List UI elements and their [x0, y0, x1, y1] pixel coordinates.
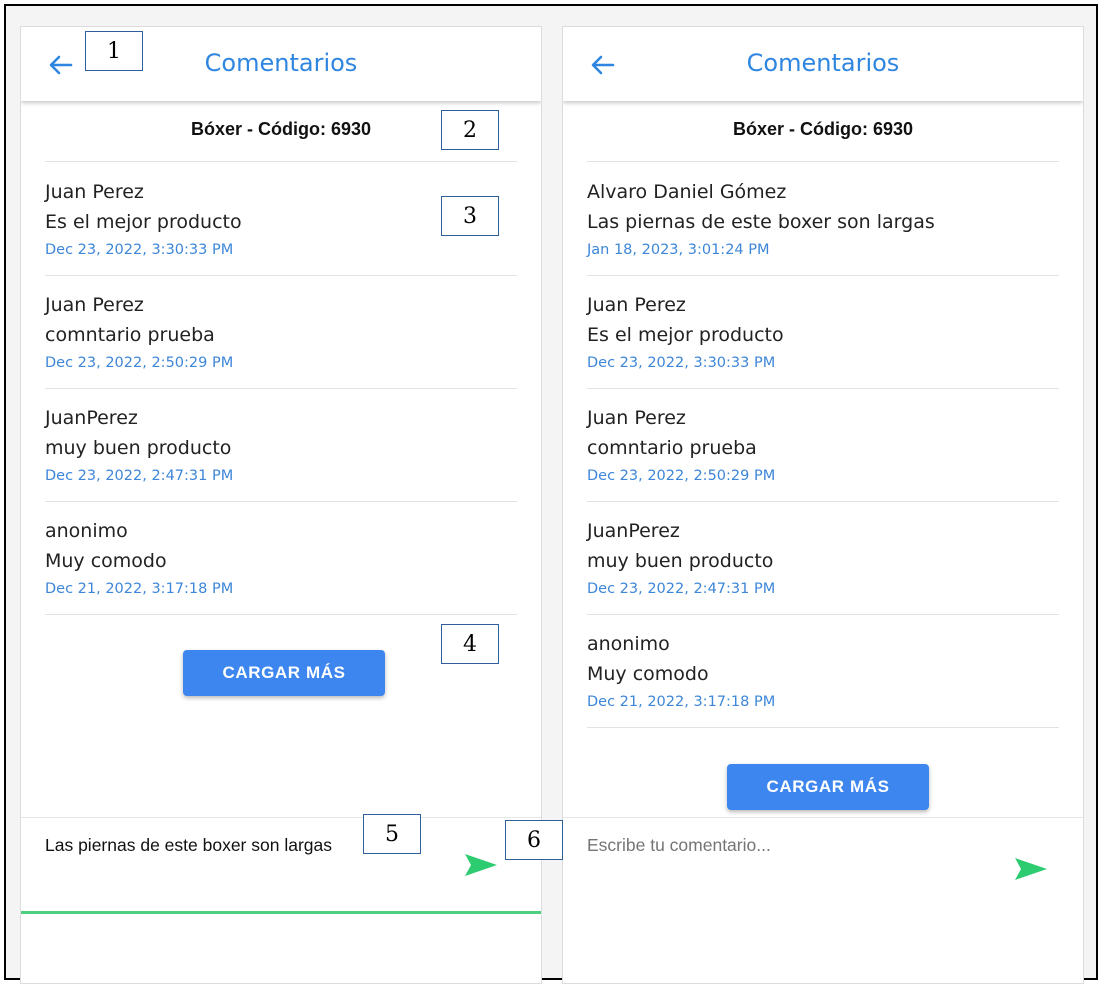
send-icon [1015, 858, 1047, 880]
page-title: Comentarios [746, 49, 900, 77]
comment-user: Juan Perez [587, 407, 686, 429]
send-icon [465, 854, 497, 876]
comment-user: Alvaro Daniel Gómez [587, 181, 787, 203]
product-title: Bóxer - Código: 6930 [732, 119, 914, 139]
send-button[interactable] [1011, 852, 1051, 886]
load-more-button[interactable]: CARGAR MÁS [183, 650, 385, 696]
comment-text: muy buen producto [45, 437, 232, 459]
comment-input[interactable] [587, 830, 917, 900]
send-button[interactable] [461, 848, 501, 882]
comment-date: Dec 21, 2022, 3:17:18 PM [587, 694, 776, 710]
callout-6: 6 [505, 820, 563, 860]
comment-user: anonimo [587, 633, 670, 655]
comment-item: Juan Perez comntario prueba Dec 23, 2022… [45, 276, 517, 389]
comment-item: JuanPerez muy buen producto Dec 23, 2022… [587, 502, 1059, 615]
comment-input[interactable]: Las piernas de este boxer son largas [45, 830, 375, 900]
load-more-button[interactable]: CARGAR MÁS [727, 764, 929, 810]
comment-date: Dec 23, 2022, 3:30:33 PM [45, 242, 234, 258]
comments-screen-right: Comentarios Bóxer - Código: 6930 Alvaro … [562, 26, 1084, 984]
comment-input-bar [563, 817, 1083, 914]
comment-user: JuanPerez [45, 407, 138, 429]
callout-4: 4 [441, 624, 499, 664]
comment-item: anonimo Muy comodo Dec 21, 2022, 3:17:18… [587, 615, 1059, 728]
comment-user: Juan Perez [587, 294, 686, 316]
comment-date: Dec 21, 2022, 3:17:18 PM [45, 581, 234, 597]
comment-text: Muy comodo [45, 550, 167, 572]
figure-frame: Comentarios Bóxer - Código: 6930 Juan Pe… [4, 4, 1098, 984]
comment-date: Dec 23, 2022, 2:47:31 PM [587, 581, 776, 597]
app-bar: Comentarios [563, 27, 1083, 101]
comment-item: Alvaro Daniel Gómez Las piernas de este … [587, 163, 1059, 276]
comment-item: Juan Perez comntario prueba Dec 23, 2022… [587, 389, 1059, 502]
comment-item: anonimo Muy comodo Dec 21, 2022, 3:17:18… [45, 502, 517, 615]
comment-text: Las piernas de este boxer son largas [587, 211, 935, 233]
comment-item: Juan Perez Es el mejor producto Dec 23, … [587, 276, 1059, 389]
callout-5: 5 [363, 814, 421, 854]
input-focus-underline [21, 911, 541, 914]
comment-text: Muy comodo [587, 663, 709, 685]
comment-user: anonimo [45, 520, 128, 542]
callout-2: 2 [441, 110, 499, 150]
comment-date: Dec 23, 2022, 2:50:29 PM [45, 355, 234, 371]
comment-text: muy buen producto [587, 550, 774, 572]
comment-text: comntario prueba [45, 324, 215, 346]
comment-date: Dec 23, 2022, 2:50:29 PM [587, 468, 776, 484]
comment-user: JuanPerez [587, 520, 680, 542]
comment-input-bar: Las piernas de este boxer son largas [21, 817, 541, 914]
comment-date: Jan 18, 2023, 3:01:24 PM [587, 242, 770, 258]
callout-1: 1 [85, 31, 143, 71]
callout-3: 3 [441, 196, 499, 236]
comment-date: Dec 23, 2022, 3:30:33 PM [587, 355, 776, 371]
comment-list: Alvaro Daniel Gómez Las piernas de este … [587, 163, 1059, 728]
comment-date: Dec 23, 2022, 2:47:31 PM [45, 468, 234, 484]
divider [45, 161, 517, 162]
divider [587, 161, 1059, 162]
comment-item: JuanPerez muy buen producto Dec 23, 2022… [45, 389, 517, 502]
comment-user: Juan Perez [45, 294, 144, 316]
comment-text: comntario prueba [587, 437, 757, 459]
comments-screen-left: Comentarios Bóxer - Código: 6930 Juan Pe… [20, 26, 542, 984]
comment-text: Es el mejor producto [587, 324, 784, 346]
